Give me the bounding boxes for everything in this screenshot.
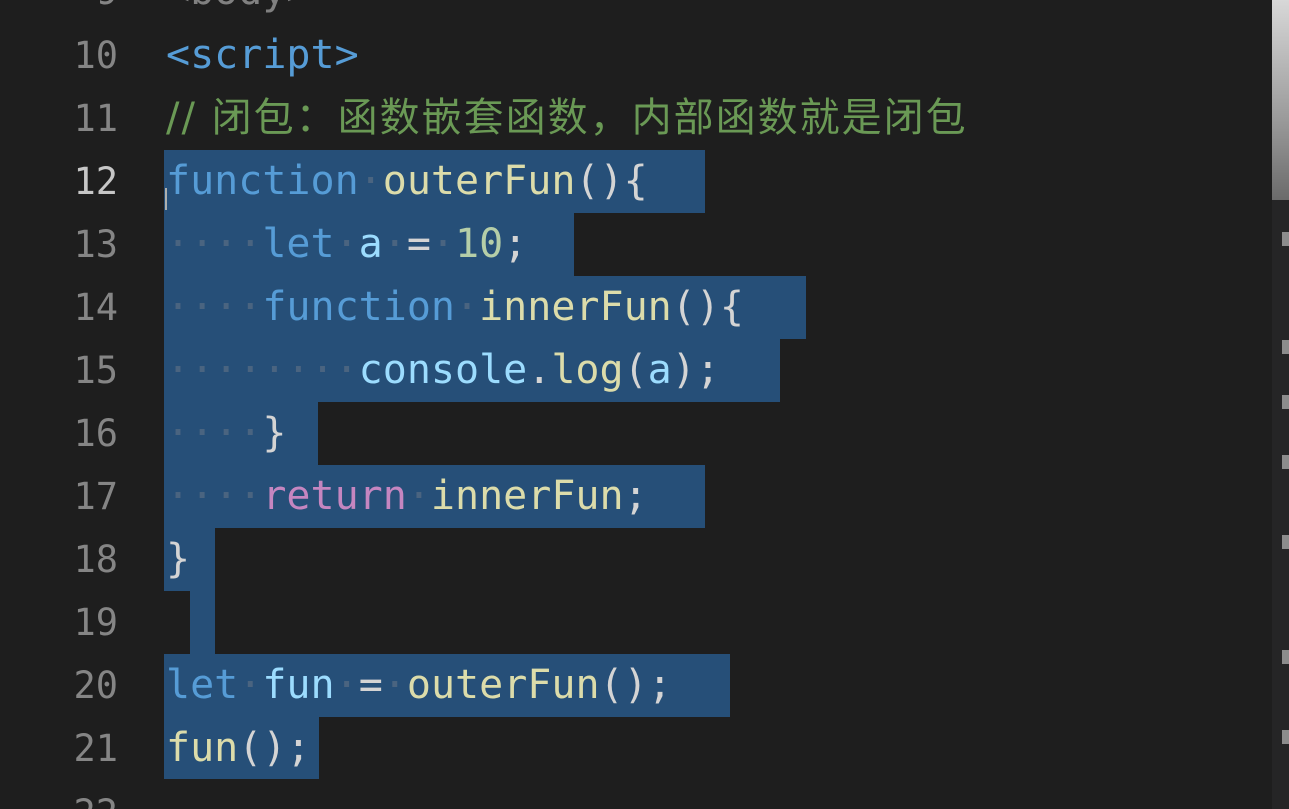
- line-number: 10: [73, 34, 118, 77]
- side-panel-mark: [1282, 232, 1289, 246]
- code-line[interactable]: 14 ····function·innerFun(){: [0, 276, 1272, 339]
- code-text: <script>: [166, 32, 359, 78]
- code-text: fun();: [166, 725, 311, 771]
- line-number: 20: [73, 664, 118, 707]
- line-number: 15: [73, 349, 118, 392]
- code-text: function·outerFun(){: [166, 158, 648, 204]
- code-editor[interactable]: 9 <body> 10 <script> 11 // 闭包：函数嵌套函数，内部函…: [0, 0, 1272, 809]
- line-number: 17: [73, 475, 118, 518]
- code-line[interactable]: 12 function·outerFun(){: [0, 150, 1272, 213]
- line-number: 19: [73, 601, 118, 644]
- code-line[interactable]: 22: [0, 782, 1272, 809]
- code-comment: // 闭包：函数嵌套函数，内部函数就是闭包: [166, 95, 968, 141]
- code-line[interactable]: 17 ····return·innerFun;: [0, 465, 1272, 528]
- code-line[interactable]: 20 let·fun·=·outerFun();: [0, 654, 1272, 717]
- text-cursor-icon: [165, 188, 167, 210]
- side-panel-mark: [1282, 340, 1289, 354]
- code-text: ········console.log(a);: [166, 347, 720, 393]
- line-number: 16: [73, 412, 118, 455]
- line-number: 11: [73, 97, 118, 140]
- code-line[interactable]: 10 <script>: [0, 24, 1272, 87]
- code-line[interactable]: 9 <body>: [0, 0, 1272, 23]
- side-panel-mark: [1282, 535, 1289, 549]
- code-text: let·fun·=·outerFun();: [166, 662, 672, 708]
- side-panel-mark: [1282, 455, 1289, 469]
- code-line[interactable]: 11 // 闭包：函数嵌套函数，内部函数就是闭包: [0, 87, 1272, 150]
- code-text: ····function·innerFun(){: [166, 284, 744, 330]
- line-number: 22: [0, 782, 118, 809]
- code-line[interactable]: 18 }: [0, 528, 1272, 591]
- code-text: ····}: [166, 410, 287, 456]
- side-panel-mark: [1282, 395, 1289, 409]
- code-line[interactable]: 19: [0, 591, 1272, 654]
- side-panel-mark: [1282, 730, 1289, 744]
- line-number: 18: [73, 538, 118, 581]
- code-text: <body>: [166, 0, 311, 23]
- code-line[interactable]: 16 ····}: [0, 402, 1272, 465]
- code-text: ····return·innerFun;: [166, 473, 648, 519]
- webcam-overlay: [1272, 0, 1289, 200]
- line-number: 14: [73, 286, 118, 329]
- side-panel-mark: [1282, 650, 1289, 664]
- line-number: 9: [0, 0, 118, 23]
- code-line[interactable]: 21 fun();: [0, 717, 1272, 780]
- line-number: 13: [73, 223, 118, 266]
- code-text: }: [166, 536, 191, 582]
- code-text: ····let·a·=·10;: [166, 221, 528, 267]
- code-line[interactable]: 15 ········console.log(a);: [0, 339, 1272, 402]
- line-number: 21: [73, 727, 118, 770]
- line-number-active: 12: [73, 160, 118, 203]
- code-line[interactable]: 13 ····let·a·=·10;: [0, 213, 1272, 276]
